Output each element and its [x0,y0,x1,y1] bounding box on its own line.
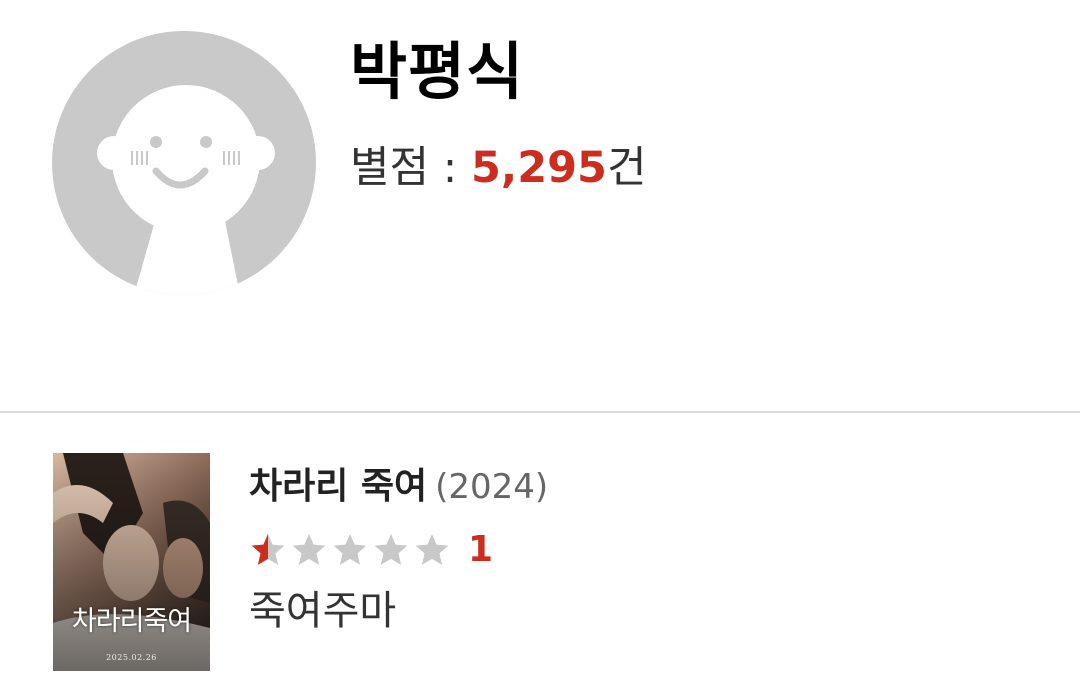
star-half-icon [251,533,285,565]
default-avatar-icon [52,31,316,295]
star-empty-icon [415,533,449,565]
star-empty-icon [374,533,408,565]
review-comment: 죽여주마 [249,588,397,634]
star-empty-icon [292,533,326,565]
rating-count-unit: 건 [606,143,647,193]
user-name: 박평식 [350,35,525,108]
profile-header: 박평식 별점 : 5,295건 [0,0,1080,412]
rating-score: 1 [468,529,494,570]
poster-date-text: 2025.02.26 [106,653,157,662]
star-rating: 1 [249,530,493,570]
list-item[interactable]: 차라리죽여 2025.02.26 차라리 죽여 (2024) 1 죽여주마 [0,414,1080,681]
movie-title[interactable]: 차라리 죽여 [249,466,427,507]
star-empty-icon [333,533,367,565]
movie-title-row[interactable]: 차라리 죽여 (2024) [249,464,548,516]
rating-count-value: 5,295 [470,143,607,193]
movie-poster[interactable]: 차라리죽여 2025.02.26 [53,453,210,671]
section-divider [0,411,1080,413]
rating-count-summary: 별점 : 5,295건 [350,140,647,196]
rating-count-label: 별점 : [350,143,471,193]
poster-title-text: 차라리죽여 [71,606,192,637]
movie-year: (2024) [435,467,549,507]
